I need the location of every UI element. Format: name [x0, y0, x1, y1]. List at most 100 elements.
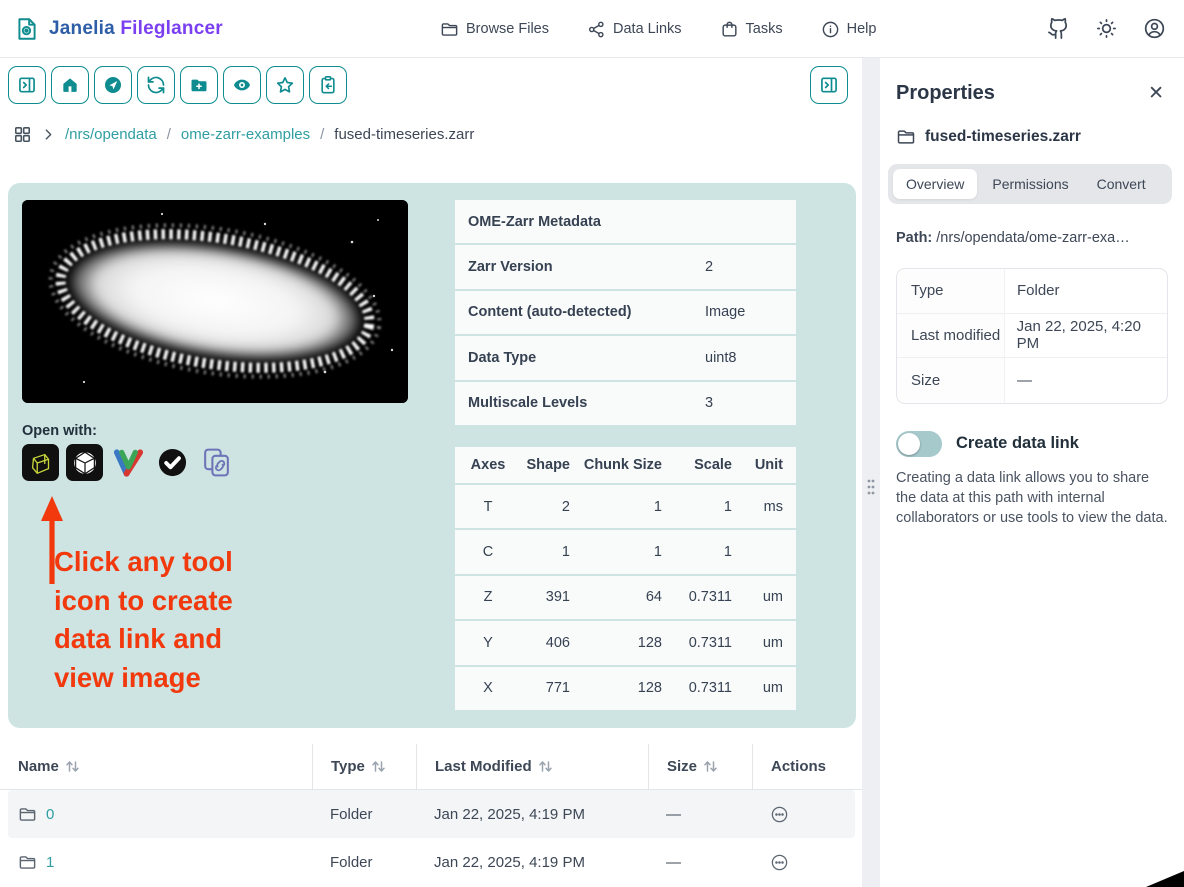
fileglancer-logo-icon [14, 16, 40, 42]
axes-row: X 771 128 0.7311 um [455, 667, 796, 710]
tab-permissions[interactable]: Permissions [979, 169, 1081, 199]
path-line: Path: /nrs/opendata/ome-zarr-exa… [880, 204, 1184, 246]
sort-arrows-icon[interactable] [371, 760, 386, 773]
tasks-icon [720, 20, 739, 39]
chevron-right-icon [42, 128, 55, 141]
file-name-link[interactable]: 1 [46, 854, 54, 871]
validator-check-tool-icon[interactable] [154, 444, 191, 481]
drag-handle-dots-icon [866, 478, 876, 496]
brand[interactable]: Janelia Fileglancer [14, 16, 223, 42]
file-list-table: Name Type Last Modified Size Actions [0, 744, 862, 886]
nav-browse-files[interactable]: Browse Files [440, 20, 549, 39]
metadata-value: 2 [705, 259, 783, 275]
metadata-title: OME-Zarr Metadata [468, 214, 783, 230]
root-grid-icon[interactable] [13, 125, 32, 144]
file-name-link[interactable]: 0 [46, 806, 54, 823]
nav-tasks[interactable]: Tasks [720, 20, 783, 39]
column-header-name[interactable]: Name [18, 744, 312, 789]
info-value: Folder [1005, 282, 1060, 299]
breadcrumb-segment[interactable]: /nrs/opendata [65, 126, 157, 143]
new-folder-button[interactable] [180, 66, 218, 104]
paste-clipboard-button[interactable] [309, 66, 347, 104]
nav-label: Browse Files [466, 21, 549, 37]
metadata-row: Data Type uint8 [455, 336, 796, 379]
folder-icon [18, 805, 37, 824]
gem-viewer-tool-icon[interactable] [66, 444, 103, 481]
metadata-row: Zarr Version 2 [455, 245, 796, 288]
sort-arrows-icon[interactable] [703, 760, 718, 773]
breadcrumb-segment[interactable]: ome-zarr-examples [181, 126, 310, 143]
metadata-row: Content (auto-detected) Image [455, 291, 796, 334]
close-icon[interactable]: ✕ [1148, 84, 1164, 103]
axes-table: Axes Shape Chunk Size Scale Unit T 2 1 1… [455, 447, 796, 712]
nav-label: Data Links [613, 21, 682, 37]
axes-header: Chunk Size [570, 457, 662, 473]
metadata-row: Multiscale Levels 3 [455, 382, 796, 425]
metadata-value: uint8 [705, 350, 783, 366]
toggle-sidebar-button[interactable] [8, 66, 46, 104]
info-row: Last modified Jan 22, 2025, 4:20 PM [897, 314, 1167, 359]
open-with-label: Open with: [22, 423, 97, 439]
axes-header: Unit [732, 457, 783, 473]
fileglancer-app: Janelia Fileglancer Browse Files Data Li… [0, 0, 1184, 887]
nav-data-links[interactable]: Data Links [587, 20, 682, 39]
sort-arrows-icon[interactable] [538, 760, 553, 773]
breadcrumb: /nrs/opendata / ome-zarr-examples / fuse… [0, 112, 862, 154]
neuroglancer-tool-icon[interactable] [22, 444, 59, 481]
panel-resize-handle[interactable] [862, 58, 880, 887]
info-value: Jan 22, 2025, 4:20 PM [1005, 318, 1167, 352]
ome-zarr-metadata-card: OME-Zarr Metadata Zarr Version 2 Content… [455, 200, 796, 427]
theme-toggle-sun-icon[interactable] [1095, 17, 1118, 40]
axes-header: Scale [662, 457, 732, 473]
metadata-label: Content (auto-detected) [468, 304, 705, 320]
navigate-button[interactable] [94, 66, 132, 104]
metadata-value: Image [705, 304, 783, 320]
axes-header: Axes [468, 457, 508, 473]
tab-convert[interactable]: Convert [1084, 169, 1159, 199]
file-info-table: Type Folder Last modified Jan 22, 2025, … [896, 268, 1168, 404]
breadcrumb-separator: / [320, 126, 324, 143]
selected-file-name: fused-timeseries.zarr [925, 128, 1081, 146]
vole-tool-icon[interactable] [110, 444, 147, 481]
column-header-size[interactable]: Size [648, 744, 752, 789]
github-icon[interactable] [1047, 17, 1070, 40]
create-data-link-toggle[interactable] [896, 431, 942, 457]
header-icon-group [1047, 17, 1166, 40]
file-modified: Jan 22, 2025, 4:19 PM [434, 806, 585, 823]
tab-overview[interactable]: Overview [893, 169, 977, 199]
axes-header-row: Axes Shape Chunk Size Scale Unit [455, 447, 796, 483]
refresh-button[interactable] [137, 66, 175, 104]
image-preview [22, 200, 408, 403]
home-button[interactable] [51, 66, 89, 104]
show-hidden-eye-button[interactable] [223, 66, 261, 104]
file-row[interactable]: 0 Folder Jan 22, 2025, 4:19 PM — [8, 790, 855, 838]
sort-arrows-icon[interactable] [65, 760, 80, 773]
folder-icon [440, 20, 459, 39]
column-header-type[interactable]: Type [312, 744, 416, 789]
column-header-last-modified[interactable]: Last Modified [416, 744, 648, 789]
breadcrumb-current: fused-timeseries.zarr [334, 126, 474, 143]
row-actions-menu-icon[interactable] [770, 853, 789, 872]
info-label: Size [897, 358, 1005, 403]
breadcrumb-separator: / [167, 126, 171, 143]
nav-label: Tasks [746, 21, 783, 37]
row-actions-menu-icon[interactable] [770, 805, 789, 824]
axes-row: Y 406 128 0.7311 um [455, 621, 796, 664]
favorite-star-button[interactable] [266, 66, 304, 104]
nav-help[interactable]: Help [821, 20, 877, 39]
axes-row: Z 391 64 0.7311 um [455, 576, 796, 619]
metadata-label: Zarr Version [468, 259, 705, 275]
properties-tabs: Overview Permissions Convert [888, 164, 1172, 204]
app-title: Janelia Fileglancer [49, 18, 223, 40]
toggle-properties-button[interactable] [810, 66, 848, 104]
copy-link-tool-icon[interactable] [198, 444, 235, 481]
file-row[interactable]: 1 Folder Jan 22, 2025, 4:19 PM — [8, 838, 855, 886]
axes-row: T 2 1 1 ms [455, 485, 796, 528]
metadata-title-row: OME-Zarr Metadata [455, 200, 796, 243]
user-profile-icon[interactable] [1143, 17, 1166, 40]
open-with-tools [22, 444, 235, 481]
selected-file-heading: fused-timeseries.zarr [880, 105, 1184, 147]
annotation-text: Click any tool icon to create data link … [54, 543, 233, 697]
file-size: — [666, 854, 681, 871]
file-table-header: Name Type Last Modified Size Actions [0, 744, 862, 790]
